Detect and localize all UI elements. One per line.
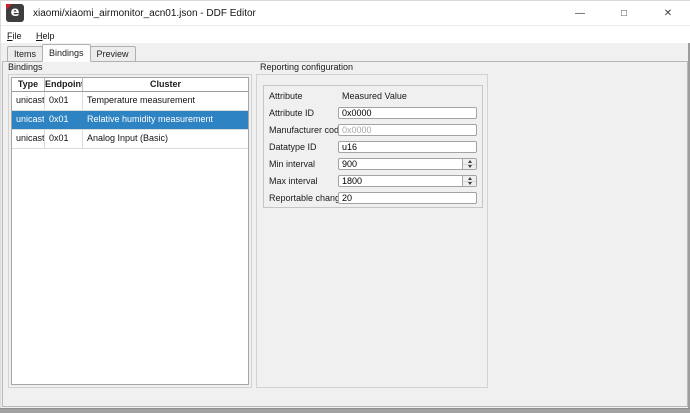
- window-title: xiaomi/xiaomi_airmonitor_acn01.json - DD…: [33, 8, 256, 19]
- menubar: File Help: [0, 26, 690, 43]
- app-icon-red-corner-icon: [6, 4, 12, 10]
- form-field-row: Attribute ID: [269, 107, 477, 119]
- table-header: Type Endpoint Cluster: [12, 78, 248, 92]
- cell-endpoint: 0x01: [45, 92, 83, 110]
- spinner: [462, 176, 476, 186]
- field-input-wrap: [338, 175, 477, 187]
- cell-type: unicast: [12, 130, 45, 148]
- field-input[interactable]: [338, 175, 477, 187]
- window-bottom-border[interactable]: [0, 408, 690, 413]
- field-input[interactable]: [338, 141, 477, 153]
- minimize-button[interactable]: —: [558, 1, 602, 27]
- form-field-row: Min interval: [269, 158, 477, 170]
- field-label: Max interval: [269, 176, 338, 186]
- cell-endpoint: 0x01: [45, 111, 83, 129]
- tab-bar: Items Bindings Preview: [7, 44, 135, 62]
- binding-row[interactable]: unicast 0x01 Temperature measurement: [12, 92, 248, 111]
- bindings-table: Type Endpoint Cluster unicast 0x01 Tempe…: [11, 77, 249, 385]
- reporting-group: Attribute Measured Value Attribute ID: [256, 74, 488, 388]
- arrow-down-icon: [468, 165, 472, 168]
- tab[interactable]: Items: [7, 46, 43, 62]
- cell-endpoint: 0x01: [45, 130, 83, 148]
- field-label: Datatype ID: [269, 142, 338, 152]
- reporting-group-label: Reporting configuration: [260, 62, 353, 73]
- column-header-type[interactable]: Type: [12, 78, 45, 91]
- table-body: unicast 0x01 Temperature measurement uni…: [12, 92, 248, 149]
- close-button[interactable]: ✕: [646, 1, 690, 27]
- window-controls: — □ ✕: [558, 1, 690, 27]
- titlebar: e xiaomi/xiaomi_airmonitor_acn01.json - …: [0, 0, 690, 26]
- binding-row[interactable]: unicast 0x01 Relative humidity measureme…: [12, 111, 248, 130]
- column-header-endpoint[interactable]: Endpoint: [45, 78, 83, 91]
- app-icon: e: [6, 4, 24, 22]
- field-input-wrap: [338, 124, 477, 136]
- cell-cluster: Temperature measurement: [83, 92, 248, 110]
- form-field-row: Reportable change: [269, 192, 477, 204]
- attribute-label: Attribute: [269, 91, 338, 101]
- field-input-wrap: [338, 192, 477, 204]
- field-label: Attribute ID: [269, 108, 338, 118]
- binding-row[interactable]: unicast 0x01 Analog Input (Basic): [12, 130, 248, 149]
- field-input[interactable]: [338, 192, 477, 204]
- window-left-border: [0, 0, 1, 413]
- field-input-wrap: [338, 107, 477, 119]
- form-field-row: Manufacturer code: [269, 124, 477, 136]
- field-label: Manufacturer code: [269, 125, 338, 135]
- tab[interactable]: Preview: [90, 46, 136, 62]
- cell-type: unicast: [12, 111, 45, 129]
- field-input[interactable]: [338, 158, 477, 170]
- cell-cluster: Analog Input (Basic): [83, 130, 248, 148]
- cell-type: unicast: [12, 92, 45, 110]
- spin-down-button[interactable]: [463, 164, 476, 170]
- attribute-header-row: Attribute Measured Value: [269, 90, 477, 102]
- attribute-value: Measured Value: [338, 91, 407, 101]
- field-input-wrap: [338, 141, 477, 153]
- form-field-row: Max interval: [269, 175, 477, 187]
- arrow-up-icon: [468, 160, 472, 163]
- field-input-wrap: [338, 158, 477, 170]
- ddf-editor-window: e xiaomi/xiaomi_airmonitor_acn01.json - …: [0, 0, 690, 413]
- arrow-up-icon: [468, 177, 472, 180]
- tab[interactable]: Bindings: [42, 44, 91, 62]
- cell-cluster: Relative humidity measurement: [83, 111, 248, 129]
- menu-item[interactable]: File: [2, 28, 27, 44]
- arrow-down-icon: [468, 182, 472, 185]
- spin-down-button[interactable]: [463, 181, 476, 187]
- spinner: [462, 159, 476, 169]
- field-input[interactable]: [338, 124, 477, 136]
- field-input[interactable]: [338, 107, 477, 119]
- bindings-group-label: Bindings: [8, 62, 43, 73]
- bindings-group: Type Endpoint Cluster unicast 0x01 Tempe…: [8, 74, 252, 388]
- menu-item[interactable]: Help: [31, 28, 60, 44]
- maximize-button[interactable]: □: [602, 1, 646, 27]
- field-label: Reportable change: [269, 193, 338, 203]
- field-label: Min interval: [269, 159, 338, 169]
- form-field-row: Datatype ID: [269, 141, 477, 153]
- reporting-form-frame: Attribute Measured Value Attribute ID: [263, 85, 483, 208]
- column-header-cluster[interactable]: Cluster: [83, 78, 248, 91]
